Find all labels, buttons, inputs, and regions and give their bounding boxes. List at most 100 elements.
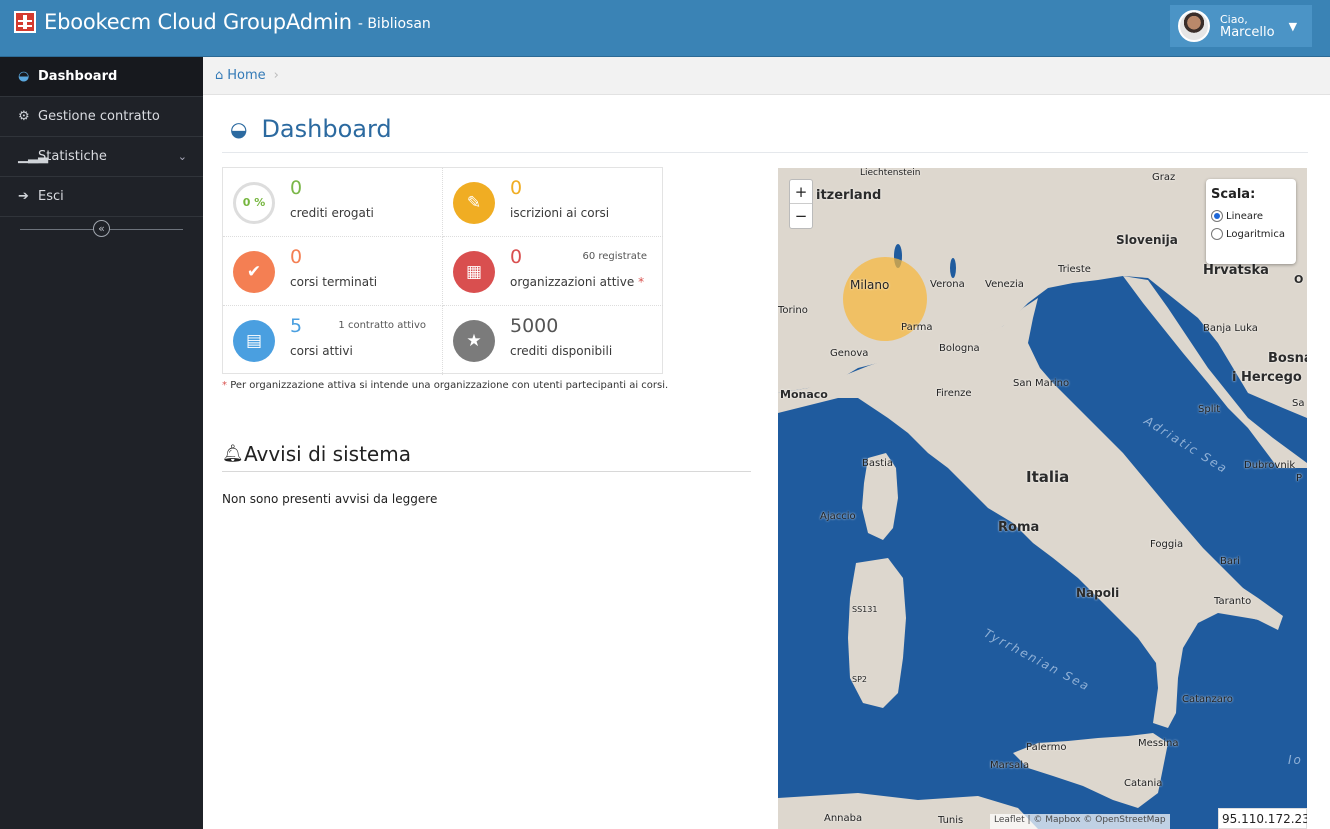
map-label: Io — [1288, 753, 1303, 767]
stat-corsi-attivi: ▤ 5 1 contratto attivo corsi attivi — [223, 306, 443, 375]
stat-label: corsi terminati — [290, 275, 378, 289]
map-label: Foggia — [1150, 539, 1184, 550]
scale-option-logaritmica[interactable]: Logaritmica — [1211, 228, 1291, 240]
map-label: Italia — [1026, 468, 1070, 486]
collapse-sidebar-button[interactable]: « — [93, 220, 110, 237]
stat-crediti-disponibili: ★ 5000 crediti disponibili — [443, 306, 663, 375]
scale-option-lineare[interactable]: Lineare — [1211, 210, 1291, 222]
map-label: O — [1294, 273, 1304, 286]
map-label: Annaba — [824, 813, 863, 824]
map-label: Ajaccio — [820, 511, 856, 522]
sidebar-item-dashboard[interactable]: ◒ Dashboard — [0, 57, 203, 97]
map-label: Bastia — [862, 458, 894, 469]
stat-value: 5000 — [510, 315, 559, 337]
stat-label: corsi attivi — [290, 344, 353, 358]
map-label: Milano — [850, 278, 890, 292]
brand[interactable]: Ebookecm Cloud GroupAdmin - Bibliosan — [14, 10, 431, 34]
footnote: * Per organizzazione attiva si intende u… — [222, 380, 668, 391]
zoom-out-button[interactable]: − — [790, 204, 812, 228]
map-label: Bosna — [1268, 351, 1307, 366]
map-label: Roma — [998, 520, 1040, 535]
stat-corsi-terminati: ✔ 0 corsi terminati — [223, 237, 443, 306]
required-asterisk: * — [638, 275, 645, 289]
radio-unselected-icon[interactable] — [1211, 228, 1223, 240]
map-label: Sa — [1292, 398, 1305, 409]
scale-option-label: Lineare — [1226, 210, 1264, 222]
cogs-icon: ⚙ — [18, 109, 30, 124]
sign-out-icon: ➔ — [18, 189, 29, 204]
stat-value: 5 — [290, 315, 303, 337]
map-label: Catania — [1124, 778, 1163, 789]
stat-label: crediti disponibili — [510, 344, 613, 358]
breadcrumb-home-link[interactable]: Home — [227, 68, 265, 83]
stat-extra: 1 contratto attivo — [338, 320, 426, 331]
stat-value: 0 — [510, 246, 523, 268]
map-label: Banja Luka — [1203, 323, 1258, 334]
sidebar-item-gestione-contratto[interactable]: ⚙ Gestione contratto — [0, 97, 203, 137]
map-label: Venezia — [985, 279, 1024, 290]
building-icon: ▦ — [453, 251, 495, 293]
alerts-empty-message: Non sono presenti avvisi da leggere — [222, 492, 438, 506]
stat-label-wrap: organizzazioni attive * — [510, 275, 644, 289]
sidebar-item-esci[interactable]: ➔ Esci — [0, 177, 203, 217]
map-label: Bari — [1220, 556, 1240, 567]
check-icon: ✔ — [233, 251, 275, 293]
book-icon: ▤ — [233, 320, 275, 362]
map-label: Palermo — [1026, 742, 1067, 753]
dashboard-icon: ◒ — [18, 69, 30, 84]
map-label: Trieste — [1058, 264, 1091, 275]
bell-icon: 🔔︎ — [222, 444, 244, 464]
breadcrumb-separator: › — [273, 68, 279, 83]
alerts-header: 🔔︎ Avvisi di sistema — [222, 437, 751, 472]
dashboard-icon: ◒ — [230, 116, 248, 141]
chevron-down-icon: ▼ — [1288, 19, 1298, 33]
map-label: Liechtenstein — [860, 168, 921, 178]
map-label: i Hercego — [1232, 370, 1302, 385]
map-label: Verona — [930, 279, 965, 290]
stats-grid: 0 % 0 crediti erogati ✎ 0 iscrizioni ai … — [222, 167, 663, 375]
map-zoom-control: + − — [789, 179, 813, 229]
user-greeting-block: Ciao, Marcello — [1220, 13, 1275, 39]
scale-option-label: Logaritmica — [1226, 228, 1285, 240]
sidebar-item-label: Statistiche — [38, 149, 107, 164]
stat-organizzazioni: ▦ 0 60 registrate organizzazioni attive … — [443, 237, 663, 306]
map-label: Napoli — [1076, 586, 1120, 600]
page-header: ◒ Dashboard — [222, 105, 1308, 153]
sidebar-item-statistiche[interactable]: ▁▂▃ Statistiche ⌄ — [0, 137, 203, 177]
stat-value: 0 — [290, 246, 303, 268]
radio-selected-icon[interactable] — [1211, 210, 1223, 222]
map-label: Messina — [1138, 738, 1179, 749]
bars-icon: ▁▂▃ — [18, 149, 48, 164]
chevron-down-icon: ⌄ — [177, 150, 187, 163]
percent-ring-icon: 0 % — [233, 182, 275, 224]
scale-selector: Scala: Lineare Logaritmica — [1206, 179, 1296, 264]
stat-value: 0 — [510, 177, 523, 199]
scale-title: Scala: — [1211, 187, 1256, 202]
map-attribution[interactable]: Leaflet | © Mapbox © OpenStreetMap — [990, 814, 1170, 829]
map-label: Monaco — [780, 388, 828, 401]
map-label: Torino — [778, 305, 808, 316]
ip-address: 95.110.172.230 — [1218, 808, 1307, 829]
sidebar-item-label: Gestione contratto — [38, 109, 160, 124]
italy-map[interactable]: Liechtenstein itzerland Graz Slovenija H… — [778, 168, 1307, 829]
stat-crediti-erogati: 0 % 0 crediti erogati — [223, 168, 443, 237]
user-menu[interactable]: Ciao, Marcello ▼ — [1170, 5, 1312, 47]
stat-value: 0 — [290, 177, 303, 199]
map-label: Graz — [1152, 172, 1176, 183]
brand-subtitle: - Bibliosan — [357, 16, 431, 32]
map-label: Hrvatska — [1203, 263, 1269, 278]
map-label: Firenze — [936, 388, 972, 399]
sidebar-item-label: Dashboard — [38, 69, 118, 84]
map-label: Genova — [830, 348, 869, 359]
sidebar-collapse-row: « — [0, 217, 203, 241]
footnote-text: Per organizzazione attiva si intende una… — [230, 380, 669, 391]
zoom-in-button[interactable]: + — [790, 180, 812, 204]
map-label: Split — [1198, 404, 1221, 415]
map-label: Slovenija — [1116, 233, 1178, 247]
stat-label: organizzazioni attive — [510, 275, 635, 289]
brand-logo-icon — [14, 11, 36, 33]
alerts-title: Avvisi di sistema — [244, 442, 411, 466]
map-label: Catanzaro — [1182, 694, 1233, 705]
map-label: Taranto — [1214, 596, 1252, 607]
map-label: Tunis — [938, 815, 964, 826]
